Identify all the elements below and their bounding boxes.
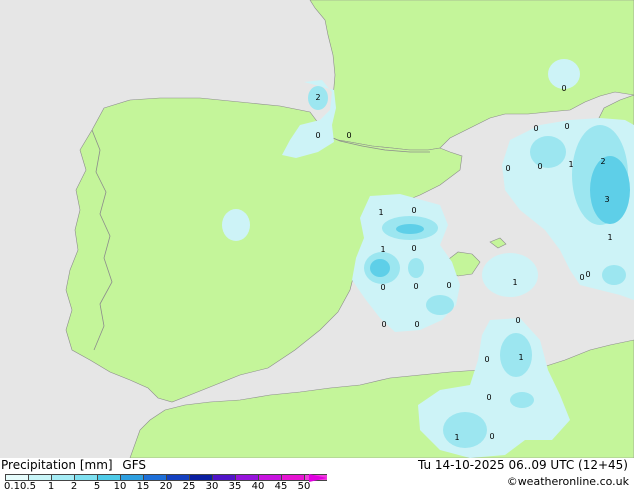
precip-title: Precipitation [mm] [1,458,113,472]
scale-tick-label: 1 [47,481,55,492]
map-label: 1 [607,233,612,242]
map-label: 0 [564,122,569,131]
map-label: 2 [600,157,605,166]
scale-segment [97,474,120,481]
scale-tick-label: 0.5 [20,481,36,492]
map-label: 1 [380,245,385,254]
scale-segment [28,474,51,481]
scale-segment [212,474,235,481]
map-label: 0 [579,273,584,282]
map-label: 0 [411,206,416,215]
scale-tick-label: 10 [113,481,127,492]
map-label: 0 [380,283,385,292]
map-label: 0 [411,244,416,253]
map-label: 0 [537,162,542,171]
map-label: 0 [585,270,590,279]
scale-segment [51,474,74,481]
scale-tick-label: 20 [159,481,173,492]
legend-title: Precipitation [mm] GFS [1,459,146,472]
map-label: 0 [515,316,520,325]
scale-tick-label: 25 [182,481,196,492]
scale-tick-label: 45 [274,481,288,492]
map-label: 0 [413,282,418,291]
map-label: 1 [568,160,573,169]
scale-tick-label: 50 [297,481,311,492]
map-label: 0 [381,320,386,329]
valid-time: Tu 14-10-2025 06..09 UTC (12+45) [417,458,628,472]
scale-segment [189,474,212,481]
map-label: 0 [484,355,489,364]
map-label: 0 [315,131,320,140]
scale-tick-label: 0.1 [4,481,20,492]
map-label: 2 [315,93,320,102]
map-label: 1 [518,353,523,362]
map-label: 0 [489,432,494,441]
map-label: 0 [486,393,491,402]
scale-segment [258,474,281,481]
map-label: 0 [414,320,419,329]
map-label: 0 [533,124,538,133]
scale-tick-label: 2 [70,481,78,492]
scale-tick-label: 5 [93,481,101,492]
scale-segment [281,474,304,481]
map-label: 0 [505,164,510,173]
scale-tick-label: 40 [251,481,265,492]
scale-segment [120,474,143,481]
scale-tick-label: 15 [136,481,150,492]
scale-tick-label: 30 [205,481,219,492]
scale-arrow-icon [309,474,327,482]
map-label: 0 [346,131,351,140]
scale-segment [143,474,166,481]
map-label: 0 [561,84,566,93]
scale-segment [235,474,258,481]
map-label: 1 [512,278,517,287]
map-label: 1 [454,433,459,442]
model-name: GFS [122,458,146,472]
map-label: 1 [378,208,383,217]
scale-tick-label: 35 [228,481,242,492]
scale-segment [5,474,28,481]
map-label: 3 [604,195,609,204]
map-label: 0 [446,281,451,290]
credit: ©weatheronline.co.uk [506,475,629,488]
scale-segment [166,474,189,481]
precipitation-map: 2 0 0 0 0 0 0 1 2 0 3 1 1 0 1 0 0 0 0 0 … [0,0,634,458]
scale-segment [74,474,97,481]
color-scale [5,474,327,481]
